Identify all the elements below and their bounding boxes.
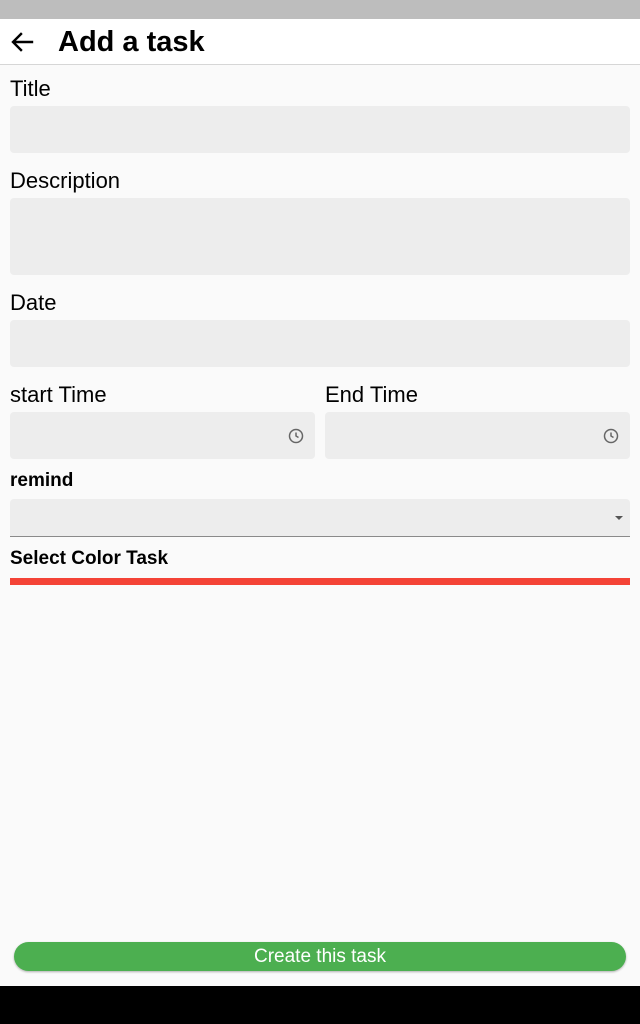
page-title: Add a task: [58, 26, 205, 58]
end-time-label: End Time: [325, 382, 418, 407]
title-input[interactable]: [10, 106, 630, 153]
clock-icon[interactable]: [287, 427, 305, 445]
status-bar: [0, 0, 640, 19]
date-label: Date: [10, 290, 57, 315]
remind-dropdown[interactable]: [10, 499, 630, 537]
remind-label: remind: [10, 470, 74, 491]
description-input[interactable]: [10, 198, 630, 275]
description-label: Description: [10, 168, 121, 193]
title-label: Title: [10, 76, 51, 101]
start-time-input[interactable]: [10, 412, 315, 459]
clock-icon[interactable]: [602, 427, 620, 445]
date-input[interactable]: [10, 320, 630, 367]
caret-down-icon: [615, 516, 623, 520]
end-time-input[interactable]: [325, 412, 630, 459]
color-selector[interactable]: [10, 578, 630, 585]
back-button[interactable]: [8, 28, 36, 56]
start-time-label: start Time: [10, 382, 107, 407]
system-nav-bar: [0, 986, 640, 1024]
arrow-back-icon: [11, 32, 34, 52]
create-task-button[interactable]: Create this task: [14, 942, 626, 971]
select-color-label: Select Color Task: [10, 548, 169, 569]
app-bar: Add a task: [0, 19, 640, 65]
